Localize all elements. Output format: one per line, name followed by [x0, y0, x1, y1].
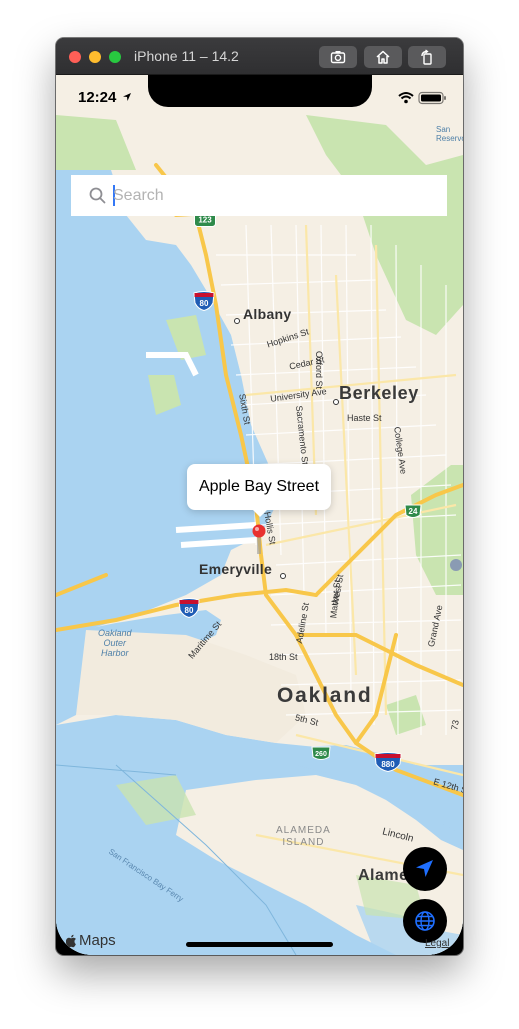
rotate-icon [421, 49, 432, 65]
status-indicators [398, 91, 446, 105]
pin-callout[interactable]: Apple Bay Street [187, 464, 331, 510]
map-label-emeryville: Emeryville [199, 561, 273, 577]
map-label-san-reservoir: San Reservoir [436, 125, 463, 143]
location-arrow-icon [123, 93, 131, 101]
search-icon [89, 187, 106, 204]
map-label-berkeley: Berkeley [339, 383, 419, 403]
camera-icon [330, 51, 346, 64]
legal-link[interactable]: Legal [425, 938, 449, 949]
map-label-albany: Albany [243, 306, 292, 322]
street-label-oxford: Oxford St [314, 351, 324, 390]
map-label-alameda-island: ALAMEDA ISLAND [276, 825, 331, 848]
home-icon [376, 50, 390, 64]
search-bar[interactable] [71, 175, 447, 216]
map-label-oakland: Oakland [277, 684, 373, 707]
current-location-button[interactable] [403, 847, 447, 891]
street-label-18th: 18th St [269, 652, 298, 662]
simulator-window: iPhone 11 – 14.2 123 80 80 24 260 880 Al… [56, 38, 463, 955]
route-260-shield: 260 [311, 746, 331, 760]
rotate-button[interactable] [408, 46, 446, 68]
screenshot-button[interactable] [319, 46, 357, 68]
map-type-button[interactable] [403, 899, 447, 943]
window-title: iPhone 11 – 14.2 [134, 48, 239, 64]
battery-icon [418, 91, 446, 105]
minimize-window-button[interactable] [89, 51, 101, 63]
interstate-80-south-label: 80 [185, 606, 194, 615]
callout-arrow [252, 509, 268, 517]
street-label-73: 73 [449, 719, 461, 731]
map-pin-icon[interactable] [252, 524, 266, 554]
status-time: 12:24 [78, 89, 117, 106]
interstate-80-north-shield: 80 [193, 291, 215, 311]
route-123-label: 123 [198, 216, 212, 225]
map-label-alameda: Alame [358, 867, 409, 884]
apple-maps-logo: Maps [66, 932, 116, 949]
home-indicator[interactable] [186, 942, 333, 947]
search-input[interactable] [113, 183, 433, 208]
wifi-icon [398, 92, 414, 104]
map-label-oakland-outer-harbor: Oakland Outer Harbor [98, 628, 132, 658]
apple-logo-icon [66, 934, 76, 947]
phone-screen: 123 80 80 24 260 880 Albany Berkeley Eme… [56, 75, 463, 955]
location-arrow-icon [416, 860, 433, 877]
route-24-label: 24 [409, 507, 418, 516]
interstate-880-label: 880 [381, 760, 395, 769]
maps-logo-text: Maps [79, 932, 116, 949]
zoom-window-button[interactable] [109, 51, 121, 63]
interstate-80-north-label: 80 [200, 299, 209, 308]
interstate-80-south-shield: 80 [178, 598, 200, 618]
notch [148, 75, 372, 107]
route-24-shield: 24 [404, 504, 422, 518]
interstate-880-shield: 880 [374, 752, 402, 772]
simulator-titlebar: iPhone 11 – 14.2 [56, 38, 463, 75]
street-label-haste: Haste St [347, 413, 382, 423]
home-button[interactable] [364, 46, 402, 68]
route-260-label: 260 [315, 751, 327, 758]
close-window-button[interactable] [69, 51, 81, 63]
callout-title: Apple Bay Street [198, 478, 320, 495]
globe-icon [415, 911, 435, 931]
